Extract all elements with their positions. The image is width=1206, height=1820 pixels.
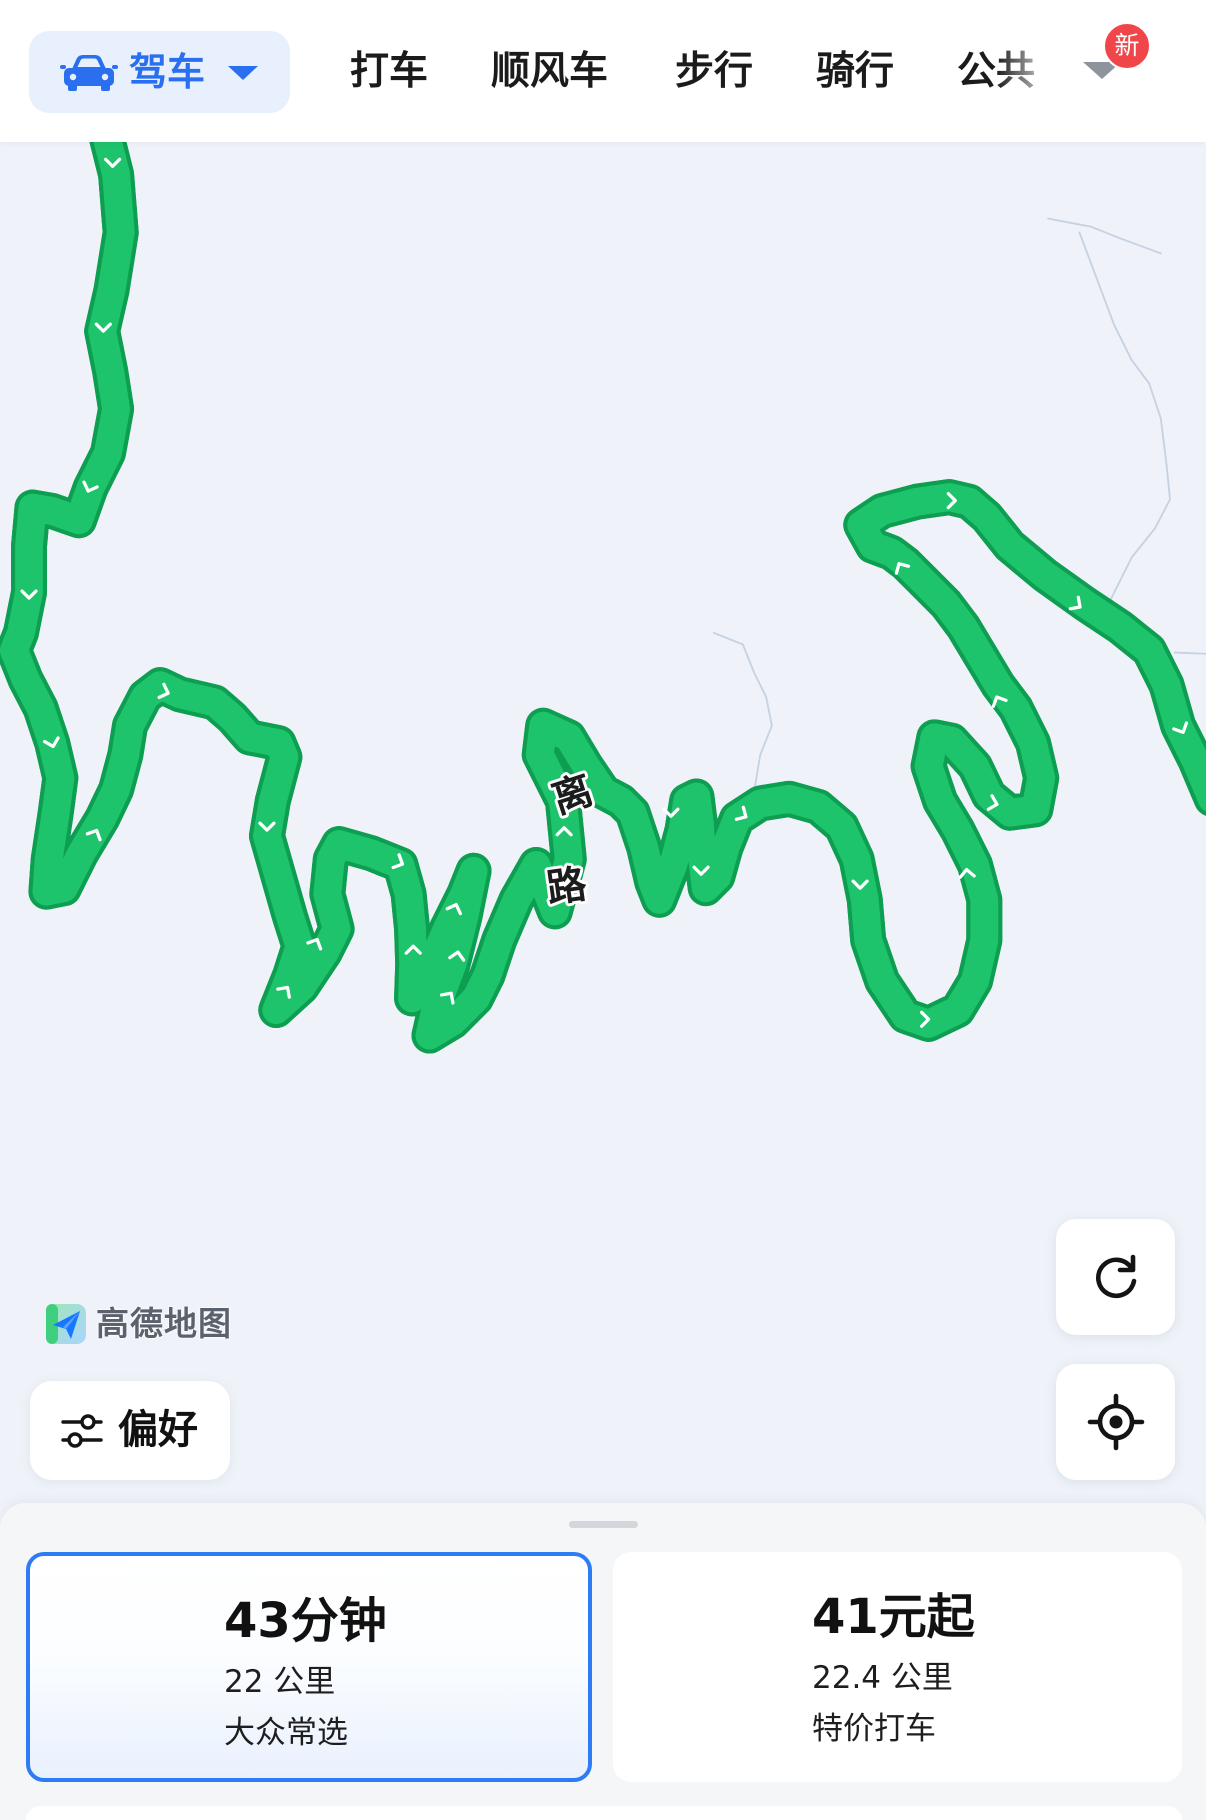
driving-mode-label: 驾车 — [129, 50, 206, 94]
terrain-line — [1173, 651, 1206, 655]
terrain-line — [1078, 231, 1171, 605]
route-tag: 大众常选 — [224, 1715, 348, 1751]
tabs-fade-overlay — [996, 36, 1082, 108]
locate-icon — [1087, 1393, 1144, 1451]
tab-cycling[interactable]: 骑行 — [816, 44, 894, 100]
route-line-outline — [0, 142, 1206, 1054]
route-option-card-taxi[interactable]: 41元起 22.4 公里 特价打车 — [613, 1552, 1182, 1782]
taxi-price: 41元起 — [812, 1589, 975, 1645]
refresh-route-button[interactable] — [1056, 1219, 1175, 1335]
amap-logo-text: 高德地图 — [96, 1304, 232, 1343]
panel-drag-handle[interactable] — [569, 1521, 638, 1528]
next-card-peek — [26, 1806, 1182, 1820]
tab-taxi[interactable]: 打车 — [350, 44, 428, 100]
top-mode-bar: 驾车 打车 顺风车 步行 骑行 公共 新 — [0, 0, 1206, 142]
car-icon — [60, 55, 118, 91]
new-badge: 新 — [1103, 22, 1151, 70]
route-duration: 43分钟 — [224, 1593, 387, 1649]
terrain-line — [1047, 217, 1162, 255]
navigation-screen: 离 路 驾车 打车 顺风车 步行 骑行 公共 新 — [0, 0, 1206, 1820]
refresh-icon — [1095, 1254, 1136, 1299]
amap-logo-icon — [46, 1304, 86, 1344]
tab-carpool[interactable]: 顺风车 — [491, 44, 608, 100]
road-name-label: 路 — [544, 861, 590, 912]
preference-label: 偏好 — [118, 1407, 198, 1453]
route-option-card-driving[interactable]: 43分钟 22 公里 大众常选 — [26, 1552, 592, 1782]
taxi-distance: 22.4 公里 — [812, 1660, 953, 1696]
tab-walk[interactable]: 步行 — [675, 44, 753, 100]
sliders-icon — [61, 1414, 103, 1448]
route-line — [14, 142, 1206, 1036]
route-distance: 22 公里 — [224, 1664, 336, 1700]
taxi-tag: 特价打车 — [812, 1711, 936, 1747]
locate-me-button[interactable] — [1056, 1364, 1175, 1480]
route-preference-button[interactable]: 偏好 — [30, 1381, 230, 1480]
caret-down-icon — [228, 66, 258, 80]
route-line — [0, 142, 1206, 1050]
driving-mode-selector[interactable]: 驾车 — [29, 31, 290, 113]
terrain-line — [712, 631, 773, 791]
